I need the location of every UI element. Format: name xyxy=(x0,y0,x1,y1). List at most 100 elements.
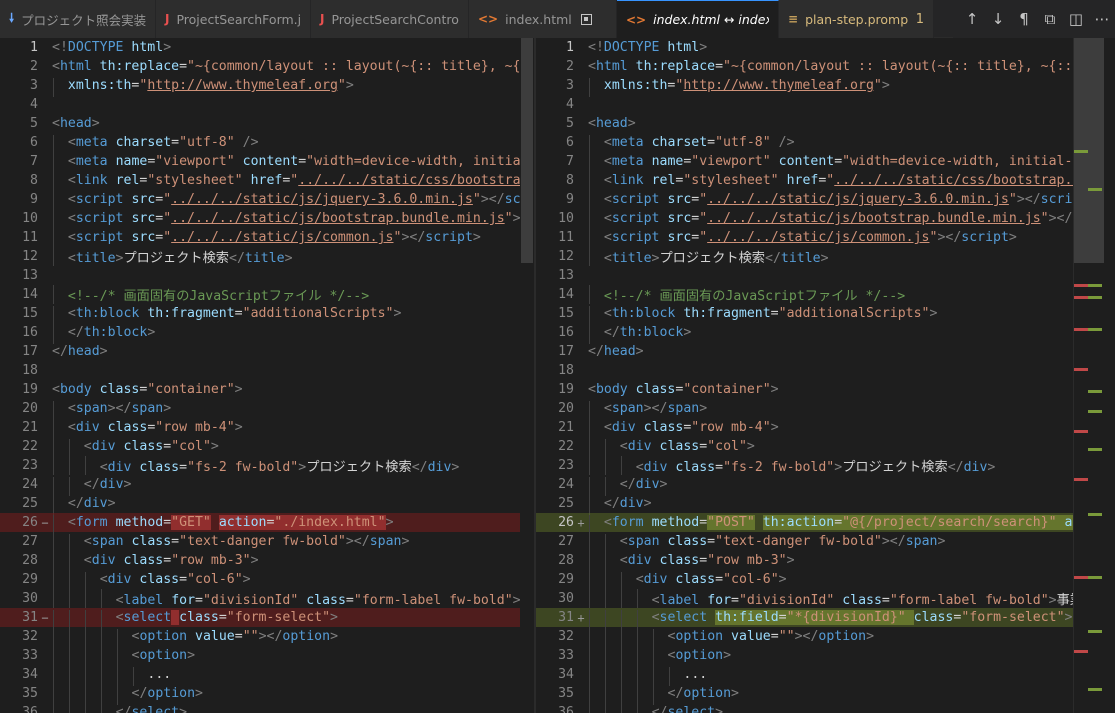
code-line[interactable]: 29 <div class="col-6"> xyxy=(0,570,534,591)
code-line[interactable]: 21 <div class="row mb-4"> xyxy=(536,418,1115,439)
code-line[interactable]: 24 </div> xyxy=(536,475,1115,496)
code-line[interactable]: 9 <script src="../../../static/js/jquery-… xyxy=(0,190,534,211)
code-line[interactable]: 10 <script src="../../../static/js/bootst… xyxy=(536,209,1115,230)
code-line[interactable]: 28 <div class="row mb-3"> xyxy=(536,551,1115,572)
open-preview-icon[interactable] xyxy=(580,13,592,25)
code-token: "~{common/layout :: layout(~{:: title}, … xyxy=(723,59,1115,74)
code-line[interactable]: 20 <span></span> xyxy=(536,399,1115,420)
code-line[interactable]: 14 <!--/* 画面固有のJavaScriptファイル */--> xyxy=(536,285,1115,304)
code-line[interactable]: 10 <script src="../../../static/js/bootst… xyxy=(0,209,534,230)
code-line[interactable]: 11 <script src="../../../static/js/common… xyxy=(536,228,1115,249)
editor-tab[interactable]: <> index.html ↔ index.html xyxy=(617,0,779,38)
scrollbar-thumb[interactable] xyxy=(521,38,533,263)
code-line[interactable]: 16 </th:block> xyxy=(536,323,1115,344)
code-line[interactable]: 18 xyxy=(0,361,534,380)
code-line[interactable]: 18 xyxy=(536,361,1115,380)
code-line[interactable]: 7 <meta name="viewport" content="width=de… xyxy=(0,152,534,173)
code-line[interactable]: 6 <meta charset="utf-8" /> xyxy=(536,133,1115,154)
code-line[interactable]: 28 <div class="row mb-3"> xyxy=(0,551,534,572)
code-line[interactable]: 2 <html th:replace="~{common/layout :: la… xyxy=(536,57,1115,76)
code-line[interactable]: 35 </option> xyxy=(0,684,534,705)
code-line[interactable]: 29 <div class="col-6"> xyxy=(536,570,1115,591)
code-token: < xyxy=(52,382,60,397)
show-whitespace-icon[interactable]: ¶ xyxy=(1011,6,1037,32)
code-line[interactable]: 9 <script src="../../../static/js/jquery-… xyxy=(536,190,1115,211)
code-line[interactable]: 3 xmlns:th="http://www.thymeleaf.org"> xyxy=(0,76,534,97)
code-line[interactable]: 22 <div class="col"> xyxy=(0,437,534,458)
more-actions-icon[interactable]: ⋯ xyxy=(1089,6,1115,32)
code-line[interactable]: 2 <html th:replace="~{common/layout :: la… xyxy=(0,57,534,76)
code-line[interactable]: 12 <title>プロジェクト検索</title> xyxy=(0,247,534,266)
code-line[interactable]: 17 </head> xyxy=(536,342,1115,361)
code-line[interactable]: 5 <head> xyxy=(0,114,534,133)
next-change-icon[interactable]: ↓ xyxy=(985,6,1011,32)
code-line[interactable]: 1 <!DOCTYPE html> xyxy=(536,38,1115,57)
code-line[interactable]: 34... xyxy=(536,665,1115,686)
removed-line[interactable]: 31− <select class="form-select"> xyxy=(0,608,534,629)
code-line[interactable]: 27 <span class="text-danger fw-bold"></sp… xyxy=(0,532,534,553)
code-line[interactable]: 36 </select> xyxy=(0,703,534,713)
code-line[interactable]: 32 <option value=""></option> xyxy=(536,627,1115,648)
code-line[interactable]: 23 <div class="fs-2 fw-bold">プロジェクト検索</di… xyxy=(536,456,1115,475)
editor-tab[interactable]: 🠗 プロジェクト照会実装計画 xyxy=(0,0,156,38)
code-line[interactable]: 11 <script src="../../../static/js/common… xyxy=(0,228,534,249)
code-line[interactable]: 33 <option> xyxy=(536,646,1115,667)
code-line[interactable]: 30 <label for="divisionId" class="form-la… xyxy=(0,589,534,608)
code-token: = xyxy=(234,306,243,321)
code-line[interactable]: 15 <th:block th:fragment="additionalScrip… xyxy=(0,304,534,325)
open-file-icon[interactable]: ⧉ xyxy=(1037,6,1063,32)
editor-tab[interactable]: ≡ plan-step.prompt.md 1 xyxy=(779,0,934,38)
editor-tab[interactable]: J ProjectSearchForm.java xyxy=(156,0,311,38)
code-line[interactable]: 21 <div class="row mb-4"> xyxy=(0,418,534,439)
line-number: 5 xyxy=(30,116,38,131)
code-line[interactable]: 13 xyxy=(0,266,534,285)
code-line[interactable]: 32 <option value=""></option> xyxy=(0,627,534,648)
code-token: src xyxy=(667,230,692,245)
code-line[interactable]: 36 </select> xyxy=(536,703,1115,713)
split-editor-icon[interactable]: ◫ xyxy=(1063,6,1089,32)
code-line[interactable]: 1 <!DOCTYPE html> xyxy=(0,38,534,57)
code-line[interactable]: 3 xmlns:th="http://www.thymeleaf.org"> xyxy=(536,76,1115,97)
code-line[interactable]: 4 xyxy=(0,95,534,114)
code-token: http://www.thymeleaf.org xyxy=(683,78,874,93)
code-line[interactable]: 25 </div> xyxy=(536,494,1115,515)
code-line[interactable]: 22 <div class="col"> xyxy=(536,437,1115,458)
code-line[interactable]: 16 </th:block> xyxy=(0,323,534,344)
code-line[interactable]: 19 <body class="container"> xyxy=(0,380,534,399)
previous-change-icon[interactable]: ↑ xyxy=(959,6,985,32)
code-line[interactable]: 34... xyxy=(0,665,534,686)
code-line[interactable]: 5 <head> xyxy=(536,114,1115,133)
code-line[interactable]: 27 <span class="text-danger fw-bold"></sp… xyxy=(536,532,1115,553)
added-line[interactable]: 26 + <form method="POST" th:action="@{/pro… xyxy=(536,513,1115,534)
code-line[interactable]: 8 <link rel="stylesheet" href="../../../s… xyxy=(0,171,534,192)
added-line[interactable]: 31 + <select th:field="*{divisionId}" clas… xyxy=(536,608,1115,629)
code-line[interactable]: 8 <link rel="stylesheet" href="../../../s… xyxy=(536,171,1115,192)
code-line[interactable]: 6 <meta charset="utf-8" /> xyxy=(0,133,534,154)
removed-line[interactable]: 26− <form method="GET" action="./index.ht… xyxy=(0,513,534,534)
code-line[interactable]: 25 </div> xyxy=(0,494,534,515)
code-line[interactable]: 7 <meta name="viewport" content="width=de… xyxy=(536,152,1115,173)
original-scrollbar[interactable] xyxy=(520,38,534,713)
code-line[interactable]: 4 xyxy=(536,95,1115,114)
code-line[interactable]: 17 </head> xyxy=(0,342,534,361)
overview-ruler[interactable] xyxy=(1073,38,1115,713)
code-line[interactable]: 12 <title>プロジェクト検索</title> xyxy=(536,247,1115,266)
code-line[interactable]: 30 <label for="divisionId" class="form-la… xyxy=(536,589,1115,608)
code-line[interactable]: 20 <span></span> xyxy=(0,399,534,420)
editor-tab[interactable]: <> index.html xyxy=(469,0,617,38)
code-line[interactable]: 13 xyxy=(536,266,1115,285)
diff-modified-pane[interactable]: 1 <!DOCTYPE html> 2 <html th:replace="~{com… xyxy=(536,38,1115,713)
editor-tab[interactable]: J ProjectSearchController.java xyxy=(311,0,469,38)
diff-original-pane[interactable]: 1 <!DOCTYPE html> 2 <html th:replace="~{com… xyxy=(0,38,534,713)
code-token: ></ xyxy=(107,401,132,416)
code-line[interactable]: 35 </option> xyxy=(536,684,1115,705)
code-line[interactable]: 15 <th:block th:fragment="additionalScrip… xyxy=(536,304,1115,325)
code-line[interactable]: 23 <div class="fs-2 fw-bold">プロジェクト検索</di… xyxy=(0,456,534,475)
code-line[interactable]: 24 </div> xyxy=(0,475,534,496)
code-line[interactable]: 19 <body class="container"> xyxy=(536,380,1115,399)
code-token: "" xyxy=(242,629,259,644)
code-line[interactable]: 14 <!--/* 画面固有のJavaScriptファイル */--> xyxy=(0,285,534,304)
code-line[interactable]: 33 <option> xyxy=(0,646,534,667)
